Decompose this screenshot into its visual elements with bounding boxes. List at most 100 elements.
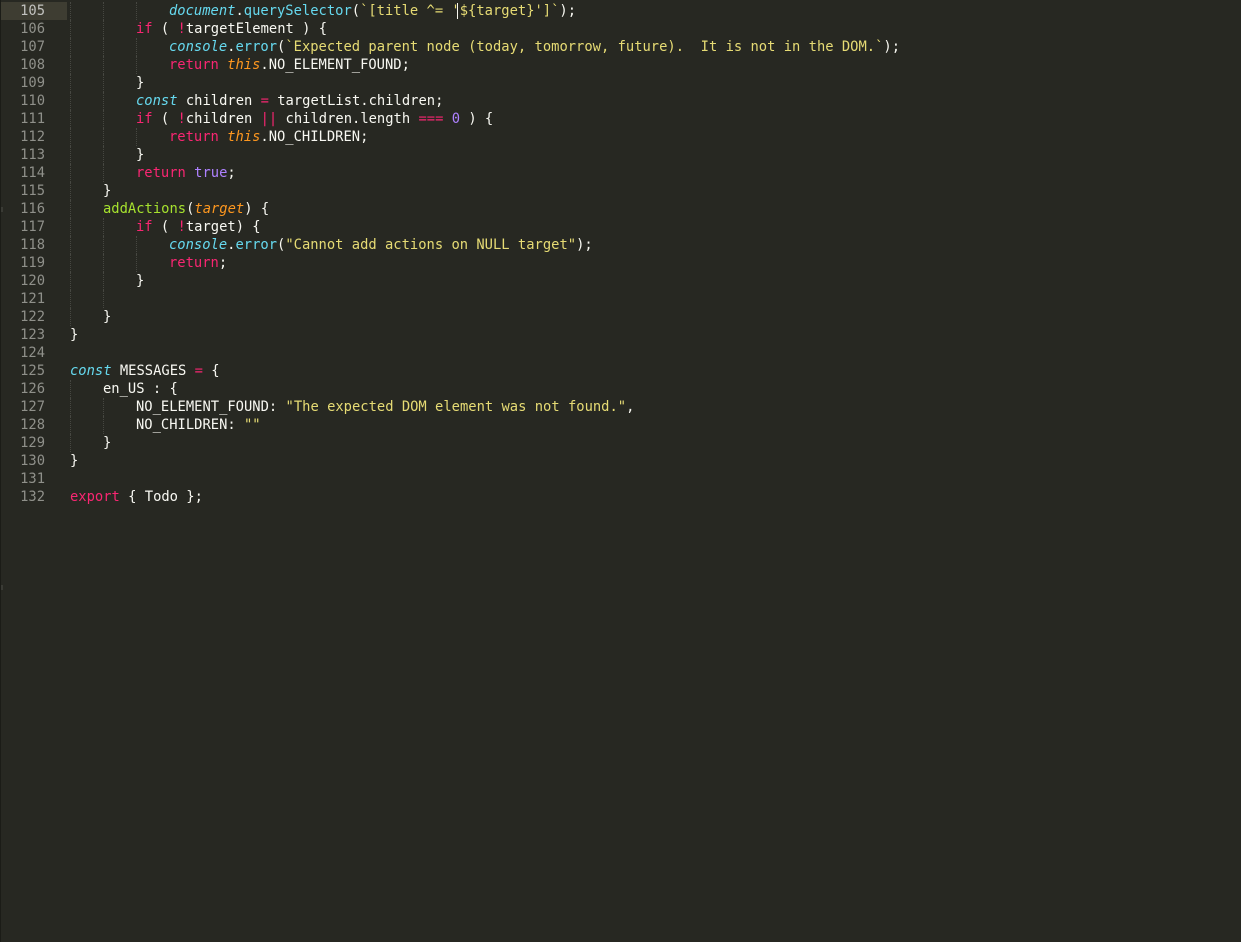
code-text: } xyxy=(136,75,145,91)
code-text: ( xyxy=(152,111,178,127)
code-text: } xyxy=(136,147,145,163)
indent-guide xyxy=(70,380,71,398)
line-number: 129 xyxy=(20,435,45,451)
code-text[interactable]: console.error(`Expected parent node (tod… xyxy=(169,38,900,56)
code-line[interactable]: 106 if ( !targetElement ) { xyxy=(1,20,1241,38)
code-line[interactable]: 111 if ( !children || children.length ===… xyxy=(1,110,1241,128)
keyword-token: ! xyxy=(177,21,186,37)
code-editor[interactable]: 105 document.querySelector(`[title ^= '${… xyxy=(0,0,1241,942)
code-text[interactable]: console.error("Cannot add actions on NUL… xyxy=(169,236,593,254)
code-text[interactable]: if ( !target) { xyxy=(136,218,261,236)
indent-guide xyxy=(70,20,71,38)
code-line[interactable]: 110 const children = targetList.children; xyxy=(1,92,1241,110)
code-line[interactable]: 129} xyxy=(1,434,1241,452)
code-text: ); xyxy=(559,3,577,19)
indent-guide xyxy=(70,2,71,20)
code-text[interactable]: } xyxy=(103,182,111,200)
code-line[interactable]: 120} xyxy=(1,272,1241,290)
code-text[interactable]: addActions(target) { xyxy=(103,200,269,218)
code-text[interactable]: return; xyxy=(169,254,227,272)
code-line[interactable]: 112 return this.NO_CHILDREN; xyxy=(1,128,1241,146)
keyword-token: if xyxy=(136,21,153,37)
string-token: "The expected DOM element was not found.… xyxy=(285,399,627,415)
code-line[interactable]: 123} xyxy=(1,326,1241,344)
code-line[interactable]: 118 console.error("Cannot add actions on … xyxy=(1,236,1241,254)
code-line[interactable]: 115} xyxy=(1,182,1241,200)
code-text: ( xyxy=(351,3,361,19)
code-line[interactable]: 121 xyxy=(1,290,1241,308)
code-line[interactable]: 122} xyxy=(1,308,1241,326)
code-text[interactable]: return this.NO_ELEMENT_FOUND; xyxy=(169,56,410,74)
code-line[interactable]: 127 NO_ELEMENT_FOUND: "The expected DOM e… xyxy=(1,398,1241,416)
code-text: } xyxy=(70,327,79,343)
code-text[interactable]: NO_ELEMENT_FOUND: "The expected DOM elem… xyxy=(136,398,634,416)
code-line[interactable]: 116 addActions(target) { xyxy=(1,200,1241,218)
code-text[interactable]: document.querySelector(`[title ^= '${tar… xyxy=(169,2,576,20)
keyword-token: if xyxy=(136,219,153,235)
code-text: targetList.children; xyxy=(268,93,444,109)
code-line[interactable]: 125 const MESSAGES = { xyxy=(1,362,1241,380)
code-line[interactable]: 117 if ( !target) { xyxy=(1,218,1241,236)
this-token: this xyxy=(227,129,261,145)
indent-guide xyxy=(70,38,71,56)
indent-guide xyxy=(70,290,71,308)
code-text[interactable]: } xyxy=(103,434,111,452)
code-text: { Todo }; xyxy=(119,489,203,505)
code-text[interactable]: return this.NO_CHILDREN; xyxy=(169,128,368,146)
code-text[interactable]: const children = targetList.children; xyxy=(136,92,443,110)
code-lines[interactable]: 105 document.querySelector(`[title ^= '${… xyxy=(1,2,1241,506)
code-line[interactable]: 131 xyxy=(1,470,1241,488)
line-number: 122 xyxy=(20,309,45,325)
code-text: NO_CHILDREN: xyxy=(136,417,244,433)
code-text: targetElement ) { xyxy=(185,21,328,37)
code-text[interactable]: } xyxy=(70,452,78,470)
code-text[interactable]: NO_CHILDREN: "" xyxy=(136,416,261,434)
keyword-token: return xyxy=(136,165,186,181)
indent-guide xyxy=(103,164,104,182)
code-text[interactable]: } xyxy=(103,308,111,326)
keyword-token: return xyxy=(169,57,219,73)
code-text[interactable]: en_US : { xyxy=(103,380,178,398)
code-line[interactable]: 113} xyxy=(1,146,1241,164)
string-token: "Cannot add actions on NULL target" xyxy=(285,237,577,253)
storage-token: const xyxy=(136,93,178,109)
keyword-token: = xyxy=(260,93,269,109)
indent-guide xyxy=(70,146,71,164)
code-text: } xyxy=(70,453,79,469)
code-text[interactable]: } xyxy=(136,74,144,92)
code-line[interactable]: 105 document.querySelector(`[title ^= '${… xyxy=(1,2,1241,20)
code-line[interactable]: 107 console.error(`Expected parent node (… xyxy=(1,38,1241,56)
function-token: querySelector xyxy=(243,3,352,19)
code-line[interactable]: 119 return; xyxy=(1,254,1241,272)
code-text[interactable]: export { Todo }; xyxy=(70,488,203,506)
code-line[interactable]: 114 return true; xyxy=(1,164,1241,182)
code-text[interactable]: const MESSAGES = { xyxy=(70,362,220,380)
indent-guide xyxy=(103,290,104,308)
keyword-token: = xyxy=(194,363,203,379)
line-number: 113 xyxy=(20,147,45,163)
line-number: 115 xyxy=(20,183,45,199)
code-line[interactable]: 132 export { Todo }; xyxy=(1,488,1241,506)
code-text: ); xyxy=(576,237,593,253)
code-text: ( xyxy=(152,21,178,37)
constant-token: 0 xyxy=(451,111,461,127)
code-line[interactable]: 109} xyxy=(1,74,1241,92)
code-text[interactable]: if ( !children || children.length === 0 … xyxy=(136,110,493,128)
code-text[interactable]: return true; xyxy=(136,164,236,182)
code-text[interactable]: } xyxy=(70,326,78,344)
code-text: { xyxy=(202,363,220,379)
code-line[interactable]: 126 en_US : { xyxy=(1,380,1241,398)
code-line[interactable]: 124 xyxy=(1,344,1241,362)
code-text[interactable]: if ( !targetElement ) { xyxy=(136,20,327,38)
code-line[interactable]: 130} xyxy=(1,452,1241,470)
indent-guide xyxy=(70,182,71,200)
code-text[interactable]: } xyxy=(136,272,144,290)
indent-guide xyxy=(136,254,137,272)
code-text[interactable]: } xyxy=(136,146,144,164)
code-line[interactable]: 128 NO_CHILDREN: "" xyxy=(1,416,1241,434)
code-line[interactable]: 108 return this.NO_ELEMENT_FOUND; xyxy=(1,56,1241,74)
storage-token: document xyxy=(169,3,236,19)
indent-guide xyxy=(70,74,71,92)
